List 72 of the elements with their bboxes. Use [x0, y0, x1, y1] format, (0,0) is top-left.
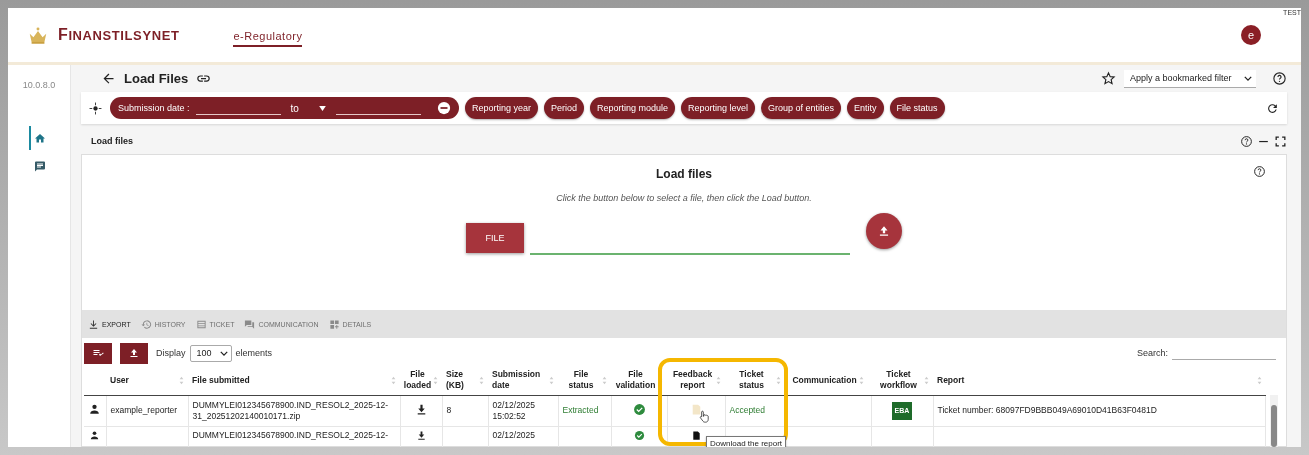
filter-chip[interactable]: Reporting year [464, 97, 538, 119]
instruction-text: Click the button below to select a file, then click the Load button. [556, 193, 812, 203]
ticket-status-text: Accepted [729, 405, 765, 416]
help-icon[interactable] [1253, 165, 1266, 178]
filter-chip[interactable]: Entity [847, 97, 884, 119]
upload-icon [877, 224, 891, 238]
column-header[interactable]: Ticket status [729, 369, 774, 392]
filter-chip[interactable]: Reporting level [681, 97, 756, 119]
column-header[interactable]: Report [937, 374, 965, 386]
download-icon[interactable] [415, 430, 427, 442]
chevron-down-icon [1244, 75, 1252, 81]
column-header[interactable]: Submission date [492, 369, 547, 392]
communication-icon [244, 318, 256, 330]
brand-name: FINANSTILSYNET [58, 26, 180, 44]
help-icon[interactable] [1272, 71, 1287, 86]
file-status-text: Extracted [562, 405, 599, 416]
filter-chip[interactable]: Period [543, 97, 584, 119]
back-arrow-icon[interactable] [101, 71, 116, 86]
download-button[interactable] [120, 342, 148, 364]
elements-label: elements [235, 348, 273, 359]
refresh-icon[interactable] [1266, 101, 1279, 115]
column-filter-button[interactable] [84, 342, 112, 364]
ticket-icon [195, 318, 207, 330]
section-heading: Load files [656, 167, 712, 181]
crosshair-icon[interactable] [89, 101, 102, 115]
version-label: 10.0.8.0 [22, 80, 56, 90]
person-icon [89, 430, 101, 442]
person-icon [88, 402, 102, 416]
caret-down-icon [318, 105, 326, 111]
table-cell: DUMMYLEI012345678900.IND_RESOL2_2025-12- [192, 430, 389, 441]
column-header[interactable]: Size (KB) [446, 369, 477, 392]
column-header[interactable]: Communication [792, 374, 857, 386]
table-cell: example_reporter [110, 405, 178, 416]
column-header[interactable]: File loaded [403, 369, 432, 392]
column-header[interactable]: File validation [615, 369, 656, 392]
page-size-dropdown[interactable]: 100 [189, 344, 232, 362]
display-label: Display [156, 348, 186, 359]
remove-filter-icon[interactable] [436, 101, 451, 115]
search-label: Search: [1136, 348, 1168, 359]
column-header[interactable]: Feedback report [671, 369, 714, 392]
filter-chip[interactable]: Group of entities [761, 97, 842, 119]
filter-chip[interactable]: Reporting module [589, 97, 675, 119]
download-icon [128, 347, 140, 360]
tooltip: Download the report [706, 436, 787, 447]
crown-logo-icon [27, 25, 49, 45]
fullscreen-icon[interactable] [1274, 134, 1287, 148]
scrollbar[interactable] [1270, 395, 1278, 447]
column-header[interactable]: User [110, 374, 129, 386]
document-icon[interactable] [690, 430, 702, 442]
panel-title: Load files [91, 136, 133, 146]
chevron-down-icon [219, 350, 228, 356]
star-icon[interactable] [1101, 71, 1116, 86]
column-header[interactable]: File status [562, 369, 600, 392]
nav-tab[interactable]: e-Regulatory [233, 23, 303, 47]
hand-cursor-icon [698, 410, 710, 425]
details-icon [328, 318, 340, 330]
column-header[interactable]: Ticket workflow [875, 369, 922, 392]
export-icon [88, 318, 99, 330]
file-button[interactable]: FILE [466, 223, 524, 253]
table-cell: 02/12/2025 15:02:52 [492, 399, 536, 422]
bookmark-filter-dropdown[interactable]: Apply a bookmarked filter [1124, 69, 1256, 88]
user-avatar[interactable]: e [1241, 25, 1261, 45]
submission-date-filter[interactable]: Submission date : to [110, 97, 459, 119]
table-cell: 02/12/2025 [492, 430, 536, 441]
page-title: Load Files [124, 71, 189, 86]
history-icon [140, 318, 152, 330]
filter-chip[interactable]: File status [889, 97, 945, 119]
table-cell: 8 [446, 405, 452, 416]
upload-button[interactable] [866, 213, 902, 249]
column-header[interactable]: File submitted [192, 374, 250, 386]
table-cell: Ticket number: 68097FD9BBB049A69010D41B63F0481D [937, 405, 1157, 416]
table-cell: DUMMYLEI012345678900.IND_RESOL2_2025-12-31_20251202140010171.zip [192, 399, 389, 422]
